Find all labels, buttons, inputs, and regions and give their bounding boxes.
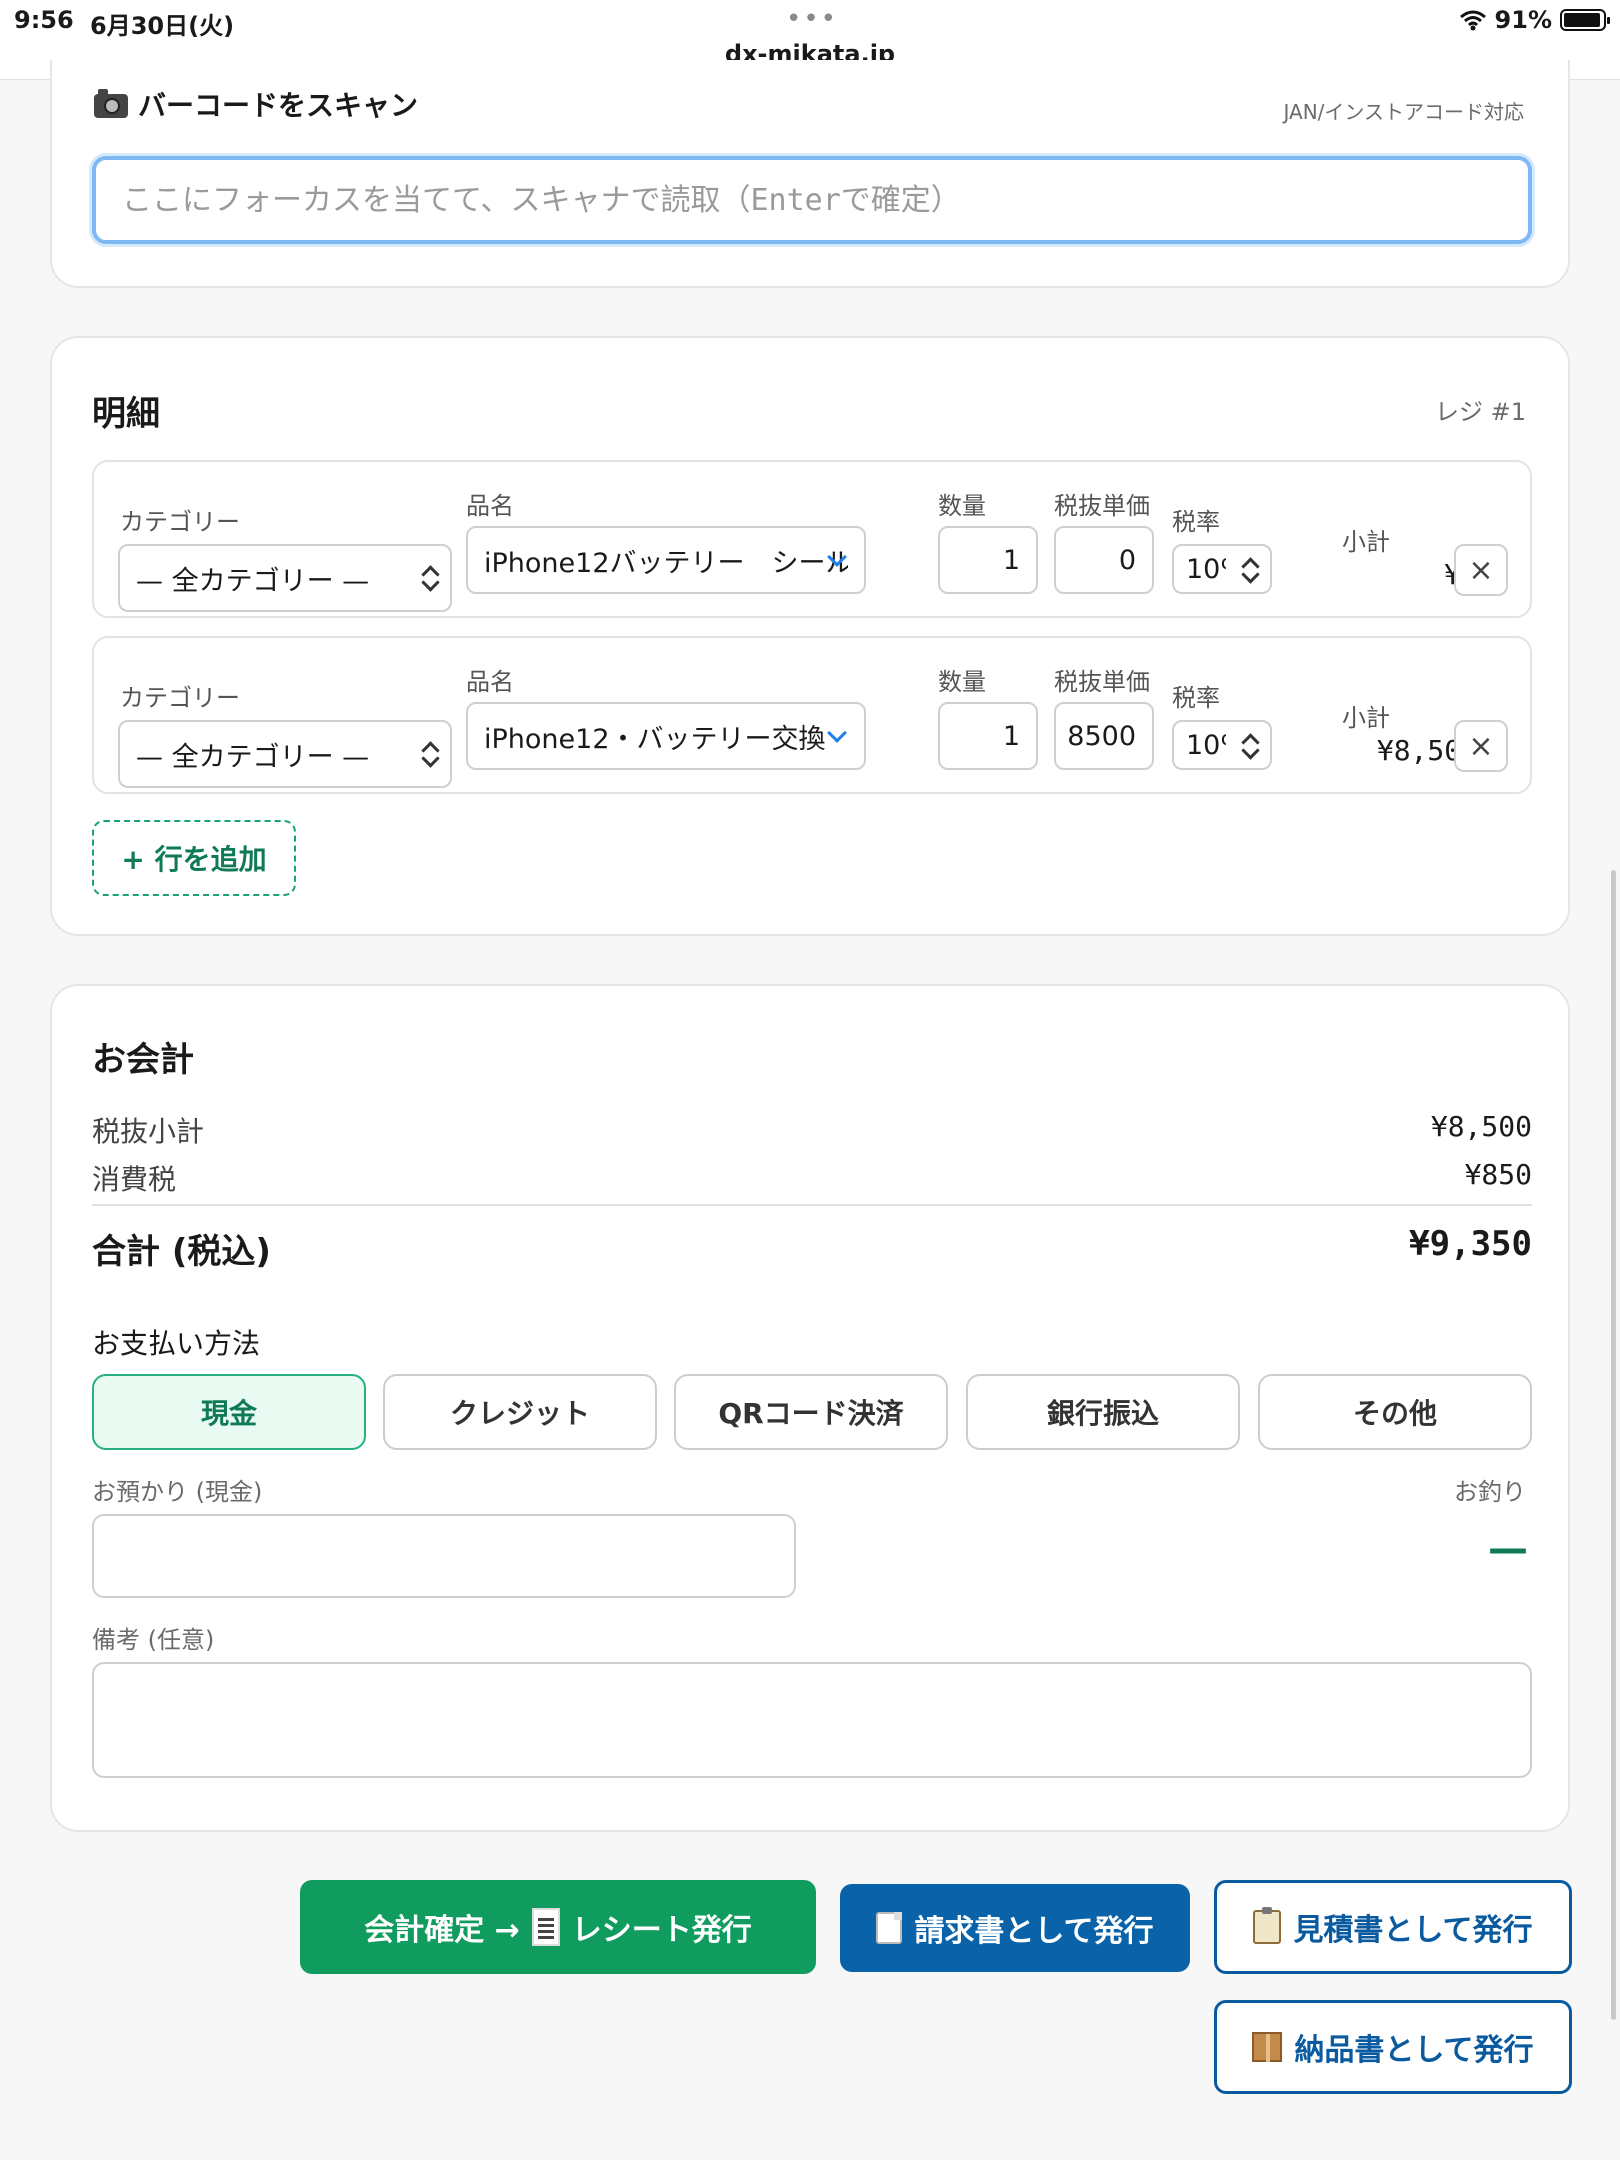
method-cash-button[interactable]: 現金 [92,1374,366,1450]
category-value: — 全カテゴリー — [136,565,370,597]
method-qr-button[interactable]: QRコード決済 [674,1374,948,1450]
updown-chevron-icon [422,740,438,770]
tax-label: 税率 [1172,508,1220,536]
tax-value: 10% [1186,553,1226,585]
qty-label: 数量 [938,492,986,520]
invoice-label: 請求書として発行 [914,1914,1154,1949]
subtotal-row: 税抜小計 ¥8,500 [92,1110,1532,1150]
line-item-row: カテゴリー 品名 数量 税抜単価 税率 小計 — 全カテゴリー — iPhone… [92,460,1532,618]
category-select[interactable]: — 全カテゴリー — [118,720,452,788]
total-row: 合計 (税込) ¥9,350 [92,1224,1532,1273]
category-label: カテゴリー [120,684,240,712]
scan-title: バーコードをスキャン [138,89,419,122]
qty-label: 数量 [938,668,986,696]
category-value: — 全カテゴリー — [136,741,370,773]
updown-chevron-icon [422,564,438,594]
change-value: — [1488,1526,1528,1572]
chevron-down-icon [827,723,847,743]
memo-textarea[interactable] [92,1662,1532,1778]
status-right: 91% [1459,6,1610,34]
qty-input[interactable]: 1 [938,702,1038,770]
category-label: カテゴリー [120,508,240,536]
subtotal-label: 小計 [1342,704,1390,732]
subtotal-value: ¥8,500 [1430,1110,1532,1143]
confirm-suffix: レシート発行 [571,1913,752,1948]
add-row-button[interactable]: + 行を追加 [92,820,296,896]
product-value: iPhone12・バッテリー交換 [484,723,826,755]
payment-card: お会計 税抜小計 ¥8,500 消費税 ¥850 合計 (税込) ¥9,350 … [50,984,1570,1832]
document-icon [876,1912,903,1944]
tax-select[interactable]: 10% [1172,544,1272,594]
confirm-label: 会計確定 → [364,1913,520,1948]
battery-icon [1560,9,1610,31]
tax-label: 税率 [1172,684,1220,712]
status-time: 9:56 [14,6,74,34]
product-select[interactable]: iPhone12バッテリー シール付 [466,526,866,594]
divider [92,1204,1532,1206]
method-credit-button[interactable]: クレジット [383,1374,657,1450]
tax-value: ¥850 [1464,1158,1532,1191]
product-label: 品名 [466,668,514,696]
barcode-input[interactable] [92,156,1532,244]
updown-chevron-icon [1242,556,1258,586]
method-bank-button[interactable]: 銀行振込 [966,1374,1240,1450]
tax-value: 10% [1186,729,1226,761]
row-subtotal: ¥8,500 [1376,734,1478,767]
delivery-label: 納品書として発行 [1294,2033,1534,2068]
total-label: 合計 (税込) [92,1232,271,1272]
deposit-label: お預かり (現金) [92,1478,263,1506]
tax-select[interactable]: 10% [1172,720,1272,770]
tax-label: 消費税 [92,1163,177,1196]
method-other-button[interactable]: その他 [1258,1374,1532,1450]
page-scrollbar[interactable] [1611,870,1616,2020]
issue-delivery-button[interactable]: 納品書として発行 [1214,2000,1572,2094]
package-icon [1252,2032,1283,2062]
items-title: 明細 [92,394,160,434]
product-value: iPhone12バッテリー シール付 [484,547,848,579]
status-date: 6月30日(火) [90,12,235,40]
remove-row-button[interactable]: × [1454,720,1508,772]
wifi-icon [1459,10,1486,31]
camera-icon [94,89,128,118]
qty-input[interactable]: 1 [938,526,1038,594]
quote-label: 見積書として発行 [1293,1913,1533,1948]
product-label: 品名 [466,492,514,520]
payment-title: お会計 [92,1040,194,1080]
price-input[interactable]: 0 [1054,526,1154,594]
payment-method-label: お支払い方法 [92,1327,261,1360]
updown-chevron-icon [1242,732,1258,762]
issue-quote-button[interactable]: 見積書として発行 [1214,1880,1572,1974]
price-label: 税抜単価 [1054,668,1150,696]
scan-note: JAN/インストアコード対応 [1283,100,1524,124]
barcode-scan-card: バーコードをスキャン JAN/インストアコード対応 [50,60,1570,288]
line-item-row: カテゴリー 品名 数量 税抜単価 税率 小計 — 全カテゴリー — iPhone… [92,636,1532,794]
battery-percent: 91% [1494,6,1552,34]
memo-label: 備考 (任意) [92,1626,215,1654]
product-select[interactable]: iPhone12・バッテリー交換 [466,702,866,770]
change-label: お釣り [1454,1478,1526,1506]
total-value: ¥9,350 [1409,1224,1532,1264]
remove-row-button[interactable]: × [1454,544,1508,596]
deposit-input[interactable] [92,1514,796,1598]
issue-invoice-button[interactable]: 請求書として発行 [840,1884,1190,1972]
subtotal-label: 小計 [1342,528,1390,556]
subtotal-label: 税抜小計 [92,1115,205,1148]
category-select[interactable]: — 全カテゴリー — [118,544,452,612]
receipt-icon [531,1908,560,1946]
more-dots-icon[interactable]: ••• [786,4,838,34]
confirm-receipt-button[interactable]: 会計確定 → レシート発行 [300,1880,816,1974]
tax-row: 消費税 ¥850 [92,1158,1532,1198]
row-subtotal: ¥0 [1294,558,1478,591]
price-input[interactable]: 8500 [1054,702,1154,770]
price-label: 税抜単価 [1054,492,1150,520]
items-card: 明細 レジ #1 カテゴリー 品名 数量 税抜単価 税率 小計 — 全カテゴリー… [50,336,1570,936]
register-label: レジ #1 [1434,398,1526,426]
clipboard-icon [1253,1907,1282,1944]
